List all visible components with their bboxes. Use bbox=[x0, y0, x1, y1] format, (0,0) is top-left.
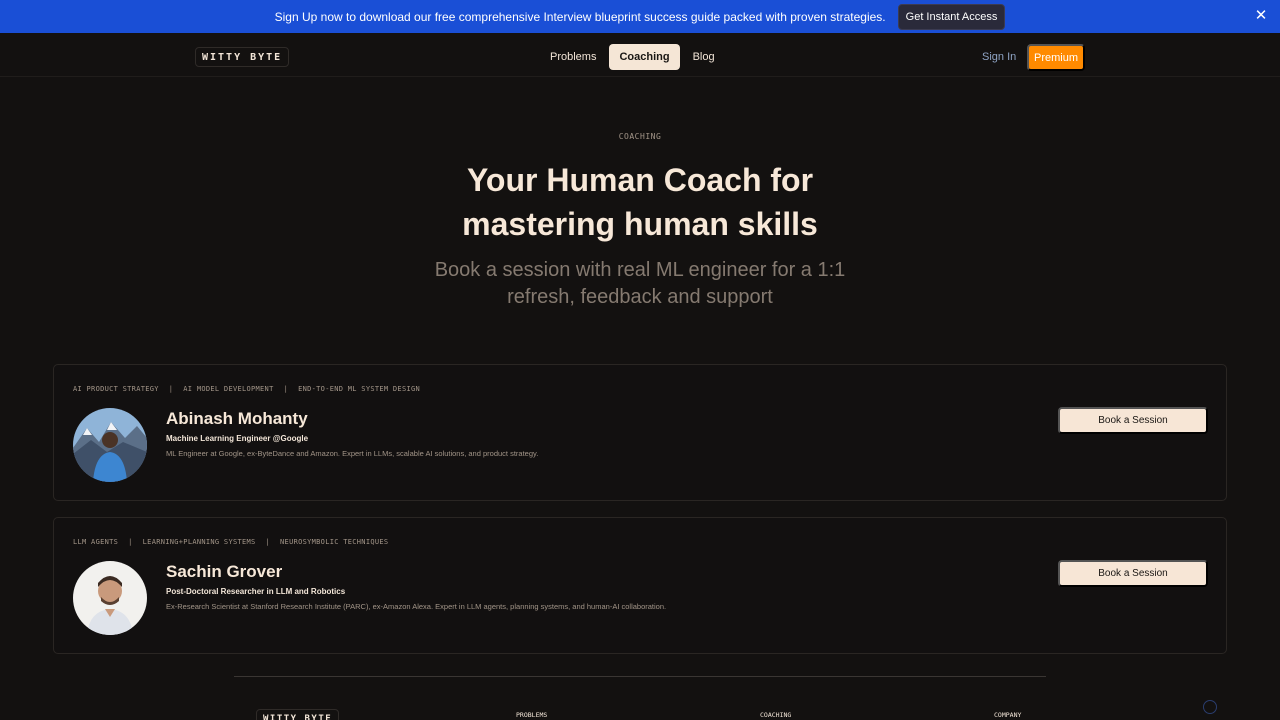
tag: AI PRODUCT STRATEGY bbox=[73, 385, 159, 393]
coach-bio: ML Engineer at Google, ex-ByteDance and … bbox=[166, 449, 539, 458]
hero-title-line2: mastering human skills bbox=[462, 206, 818, 242]
tag: END-TO-END ML SYSTEM DESIGN bbox=[298, 385, 420, 393]
sign-in-link[interactable]: Sign In bbox=[982, 51, 1016, 63]
footer-heading-problems: PROBLEMS bbox=[516, 711, 548, 719]
tag: NEUROSYMBOLIC TECHNIQUES bbox=[280, 538, 389, 546]
nav-blog[interactable]: Blog bbox=[684, 44, 724, 70]
banner-text: Sign Up now to download our free compreh… bbox=[274, 9, 886, 24]
get-instant-access-button[interactable]: Get Instant Access bbox=[897, 3, 1006, 30]
coach-name: Sachin Grover bbox=[166, 562, 283, 581]
main-nav: Problems Coaching Blog bbox=[541, 44, 724, 70]
nav-problems[interactable]: Problems bbox=[541, 44, 605, 70]
tag: LLM AGENTS bbox=[73, 538, 119, 546]
book-session-button[interactable]: Book a Session bbox=[1058, 407, 1208, 434]
section-eyebrow: COACHING bbox=[618, 132, 662, 141]
coach-photo-icon bbox=[73, 561, 147, 635]
coach-bio: Ex-Research Scientist at Stanford Resear… bbox=[166, 602, 667, 611]
premium-button[interactable]: Premium bbox=[1027, 44, 1085, 71]
coach-name: Abinash Mohanty bbox=[166, 409, 308, 428]
tag-separator: | bbox=[128, 538, 133, 546]
chat-widget-icon[interactable] bbox=[1203, 700, 1217, 714]
site-header: WITTY BYTE Problems Coaching Blog Sign I… bbox=[0, 33, 1280, 77]
close-icon[interactable]: ✕ bbox=[1254, 8, 1268, 23]
nav-coaching[interactable]: Coaching bbox=[609, 44, 680, 70]
coach-tags: LLM AGENTS | LEARNING+PLANNING SYSTEMS |… bbox=[73, 538, 388, 546]
hero-title: Your Human Coach for mastering human ski… bbox=[340, 158, 940, 246]
avatar bbox=[73, 561, 147, 635]
hero-subtitle: Book a session with real ML engineer for… bbox=[390, 257, 890, 311]
coach-photo-icon bbox=[73, 408, 147, 482]
announcement-banner: Sign Up now to download our free compreh… bbox=[0, 0, 1280, 33]
footer-heading-coaching: COACHING bbox=[760, 711, 792, 719]
logo[interactable]: WITTY BYTE bbox=[195, 47, 290, 67]
book-session-button[interactable]: Book a Session bbox=[1058, 560, 1208, 587]
coach-role: Post-Doctoral Researcher in LLM and Robo… bbox=[166, 587, 346, 596]
tag: LEARNING+PLANNING SYSTEMS bbox=[142, 538, 256, 546]
tag-separator: | bbox=[283, 385, 289, 393]
coach-role: Machine Learning Engineer @Google bbox=[166, 434, 309, 443]
tag: AI MODEL DEVELOPMENT bbox=[183, 385, 274, 393]
coach-card: AI PRODUCT STRATEGY | AI MODEL DEVELOPME… bbox=[53, 364, 1227, 501]
coach-tags: AI PRODUCT STRATEGY | AI MODEL DEVELOPME… bbox=[73, 385, 420, 393]
footer-logo[interactable]: WITTY BYTE bbox=[256, 709, 340, 720]
tag-separator: | bbox=[265, 538, 271, 546]
footer-divider bbox=[234, 676, 1046, 677]
tag-separator: | bbox=[168, 385, 174, 393]
coach-card: LLM AGENTS | LEARNING+PLANNING SYSTEMS |… bbox=[53, 517, 1227, 654]
hero-subtitle-line1: Book a session with real ML engineer for… bbox=[434, 259, 846, 281]
avatar bbox=[73, 408, 147, 482]
footer-heading-company: COMPANY bbox=[994, 711, 1022, 719]
hero-title-line1: Your Human Coach for bbox=[466, 162, 814, 198]
hero-subtitle-line2: refresh, feedback and support bbox=[507, 286, 773, 308]
